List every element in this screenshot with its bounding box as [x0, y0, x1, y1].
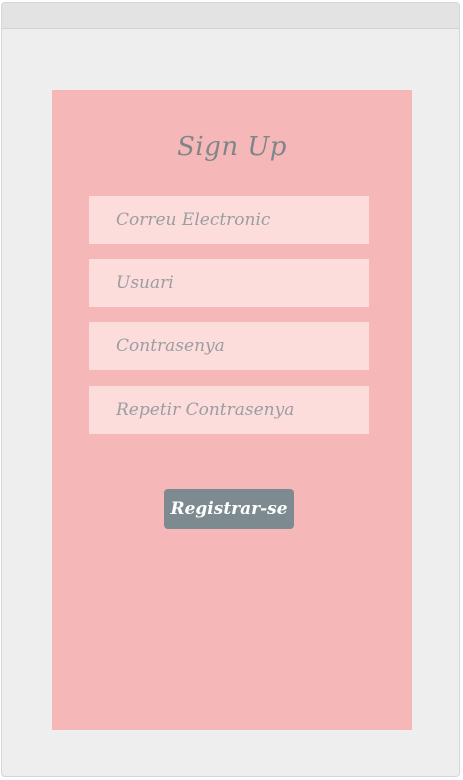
browser-window: Sign Up Registrar-se: [1, 2, 460, 777]
signup-card: Sign Up Registrar-se: [52, 90, 412, 730]
email-field[interactable]: [89, 196, 369, 244]
password-field[interactable]: [89, 322, 369, 370]
page-title: Sign Up: [177, 132, 287, 162]
window-titlebar: [2, 3, 459, 29]
username-field[interactable]: [89, 259, 369, 307]
register-button[interactable]: Registrar-se: [164, 489, 294, 529]
repeat-password-field[interactable]: [89, 386, 369, 434]
